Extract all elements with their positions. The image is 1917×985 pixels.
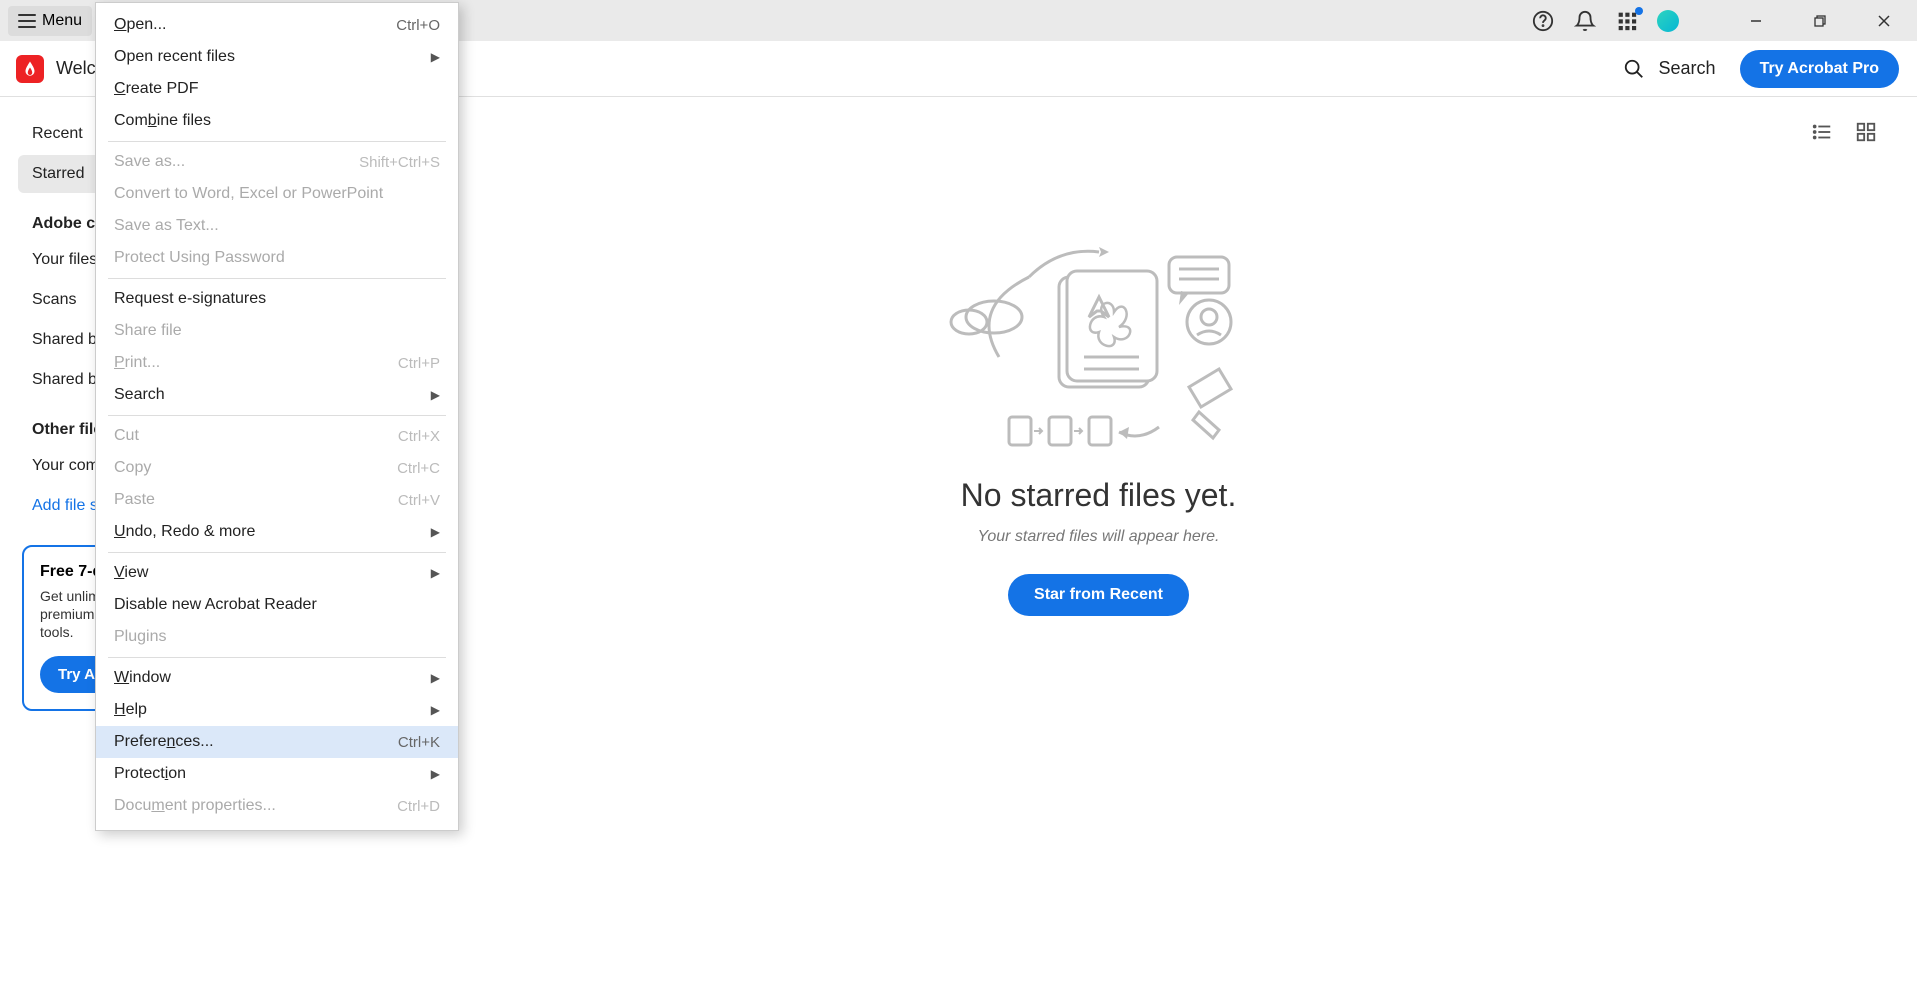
menu-combine-files[interactable]: Combine files <box>96 105 458 137</box>
user-avatar[interactable] <box>1657 10 1679 32</box>
content-area: No starred files yet. Your starred files… <box>280 97 1917 985</box>
notification-dot <box>1635 7 1643 15</box>
menu-help[interactable]: Help▶ <box>96 694 458 726</box>
chevron-right-icon: ▶ <box>431 566 440 580</box>
maximize-button[interactable] <box>1797 6 1843 36</box>
menu-disable-new[interactable]: Disable new Acrobat Reader <box>96 589 458 621</box>
menu-label: Menu <box>42 12 82 30</box>
menu-protect-password: Protect Using Password <box>96 242 458 274</box>
menu-undo-redo[interactable]: Undo, Redo & more▶ <box>96 516 458 548</box>
menu-view[interactable]: View▶ <box>96 557 458 589</box>
search-button[interactable]: Search <box>1623 58 1716 80</box>
menu-plugins: Plugins <box>96 621 458 653</box>
menu-button[interactable]: Menu <box>8 6 92 36</box>
menu-separator <box>108 278 446 279</box>
chevron-right-icon: ▶ <box>431 525 440 539</box>
grid-view-icon[interactable] <box>1855 121 1877 143</box>
menu-separator <box>108 141 446 142</box>
menu-separator <box>108 415 446 416</box>
list-view-icon[interactable] <box>1811 121 1833 143</box>
menu-paste: PasteCtrl+V <box>96 484 458 516</box>
search-label: Search <box>1659 58 1716 79</box>
menu-search[interactable]: Search▶ <box>96 379 458 411</box>
menu-open[interactable]: Open...Ctrl+O <box>96 9 458 41</box>
menu-cut: CutCtrl+X <box>96 420 458 452</box>
apps-icon[interactable] <box>1615 9 1639 33</box>
menu-print: Print...Ctrl+P <box>96 347 458 379</box>
star-from-recent-button[interactable]: Star from Recent <box>1008 574 1189 616</box>
hamburger-icon <box>18 14 36 28</box>
menu-separator <box>108 657 446 658</box>
chevron-right-icon: ▶ <box>431 703 440 717</box>
menu-open-recent[interactable]: Open recent files▶ <box>96 41 458 73</box>
menu-convert: Convert to Word, Excel or PowerPoint <box>96 178 458 210</box>
chevron-right-icon: ▶ <box>431 388 440 402</box>
close-button[interactable] <box>1861 6 1907 36</box>
menu-request-signatures[interactable]: Request e-signatures <box>96 283 458 315</box>
acrobat-logo-icon <box>16 55 44 83</box>
help-icon[interactable] <box>1531 9 1555 33</box>
empty-title: No starred files yet. <box>961 477 1237 514</box>
chevron-right-icon: ▶ <box>431 50 440 64</box>
menu-save-as: Save as...Shift+Ctrl+S <box>96 146 458 178</box>
menu-window[interactable]: Window▶ <box>96 662 458 694</box>
menu-protection[interactable]: Protection▶ <box>96 758 458 790</box>
bell-icon[interactable] <box>1573 9 1597 33</box>
menu-copy: CopyCtrl+C <box>96 452 458 484</box>
menu-separator <box>108 552 446 553</box>
menu-save-as-text: Save as Text... <box>96 210 458 242</box>
main-menu-dropdown: Open...Ctrl+O Open recent files▶ Create … <box>95 2 459 831</box>
menu-doc-properties: Document properties...Ctrl+D <box>96 790 458 822</box>
try-acrobat-pro-button[interactable]: Try Acrobat Pro <box>1740 50 1899 88</box>
empty-subtitle: Your starred files will appear here. <box>978 528 1220 546</box>
search-icon <box>1623 58 1645 80</box>
chevron-right-icon: ▶ <box>431 671 440 685</box>
menu-preferences[interactable]: Preferences...Ctrl+K <box>96 726 458 758</box>
chevron-right-icon: ▶ <box>431 767 440 781</box>
empty-illustration <box>939 217 1259 457</box>
minimize-button[interactable] <box>1733 6 1779 36</box>
menu-share-file: Share file <box>96 315 458 347</box>
menu-create-pdf[interactable]: Create PDF <box>96 73 458 105</box>
